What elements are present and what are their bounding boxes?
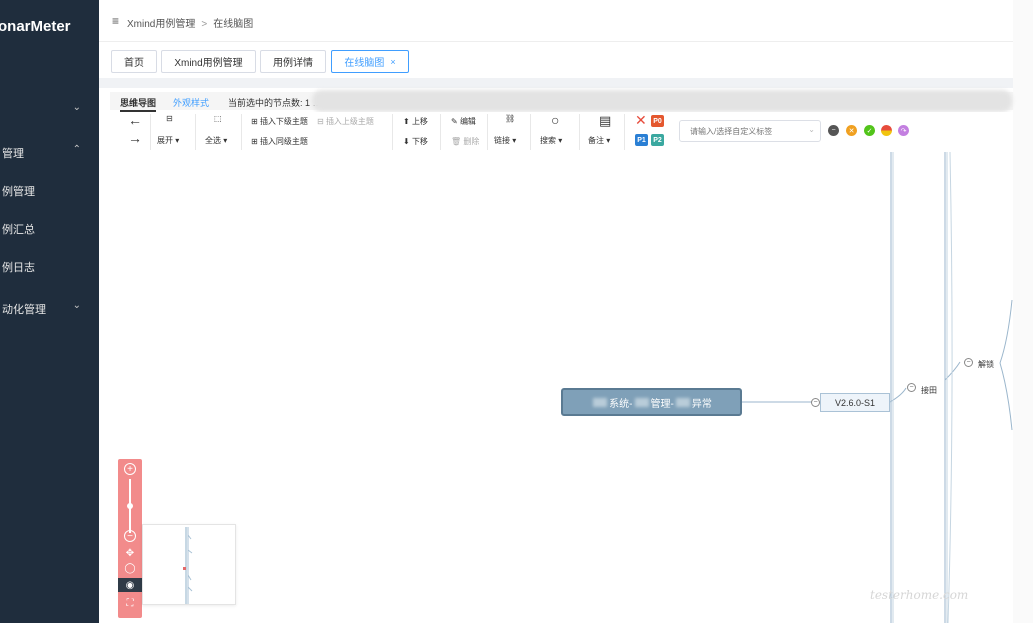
mindmap-root-node[interactable]: 系统- 管理- 异常 [561,388,742,416]
zoom-in-icon[interactable]: + [124,463,136,475]
mindmap-branch-label[interactable]: 接田 [921,385,937,396]
root-label-part: 异常 [691,398,712,410]
root-label-part: 系统- [609,398,633,410]
zoom-out-icon[interactable]: − [124,530,136,542]
redacted-text [593,397,608,407]
collapse-toggle-icon[interactable]: − [811,398,820,407]
app-frame: onarMeter ⌄ 管理 ⌃ 例管理 例汇总 例日志 动化管理 ⌄ ≡ Xm… [0,0,1033,623]
fullscreen-icon[interactable]: ⛶ [124,597,136,609]
collapse-toggle-icon[interactable]: − [907,383,916,392]
locate-icon[interactable]: ◯ [124,562,136,574]
minimap[interactable] [142,524,236,605]
mindmap-child-node[interactable]: V2.6.0-S1 [820,393,890,412]
zoom-panel: + − ✥ ◯ ◉ ⛶ [118,459,142,618]
watermark: testerhome.com [870,588,969,602]
collapse-toggle-icon[interactable]: − [964,358,973,367]
redacted-text [634,397,649,407]
mindmap-branch-label[interactable]: 解锁 [978,359,994,370]
redacted-text [675,397,690,407]
move-icon[interactable]: ✥ [124,547,136,559]
eye-icon[interactable]: ◉ [118,578,142,592]
zoom-slider-handle[interactable] [127,503,133,509]
minimap-preview [183,527,193,604]
root-label-part: 管理- [650,398,674,410]
